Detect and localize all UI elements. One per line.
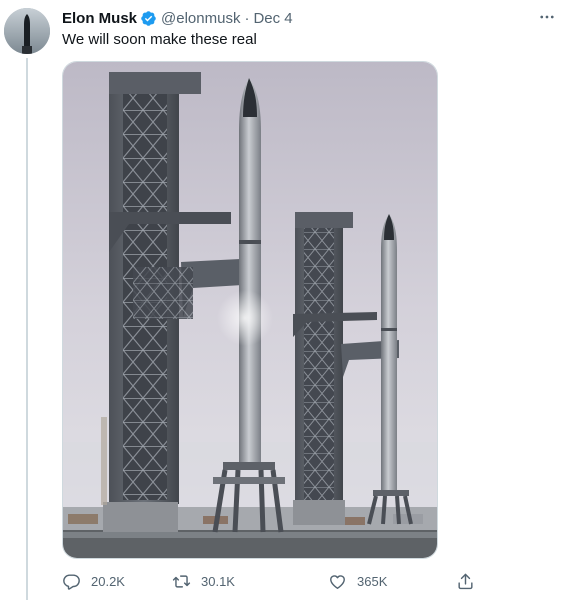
- reply-count: 20.2K: [91, 573, 125, 589]
- starship-towers-illustration: [63, 62, 437, 558]
- retweet-count: 30.1K: [201, 573, 235, 589]
- heart-icon: [330, 574, 345, 589]
- thread-line: [26, 58, 28, 600]
- header-separator: ·: [244, 9, 250, 27]
- retweet-button[interactable]: 30.1K: [172, 569, 235, 593]
- avatar-image: [4, 8, 50, 54]
- avatar[interactable]: [4, 8, 50, 54]
- more-dots-icon: [540, 15, 554, 19]
- tweet-date[interactable]: Dec 4: [253, 10, 292, 27]
- reply-button[interactable]: 20.2K: [62, 569, 125, 593]
- share-icon: [458, 573, 473, 589]
- tweet-header: Elon Musk @elonmusk · Dec 4: [62, 7, 293, 29]
- reply-icon: [63, 573, 80, 590]
- verified-badge-icon: [141, 10, 156, 26]
- author-name[interactable]: Elon Musk: [62, 10, 137, 27]
- share-button[interactable]: [456, 569, 485, 593]
- like-count: 365K: [357, 573, 388, 589]
- tweet-text: We will soon make these real: [62, 31, 257, 48]
- more-icon[interactable]: [537, 8, 557, 28]
- like-button[interactable]: 365K: [328, 569, 387, 593]
- tweet-media-image[interactable]: [62, 61, 438, 559]
- retweet-icon: [172, 574, 191, 588]
- author-handle[interactable]: @elonmusk: [161, 10, 240, 27]
- tweet-actions: 20.2K 30.1K 365K: [62, 569, 482, 593]
